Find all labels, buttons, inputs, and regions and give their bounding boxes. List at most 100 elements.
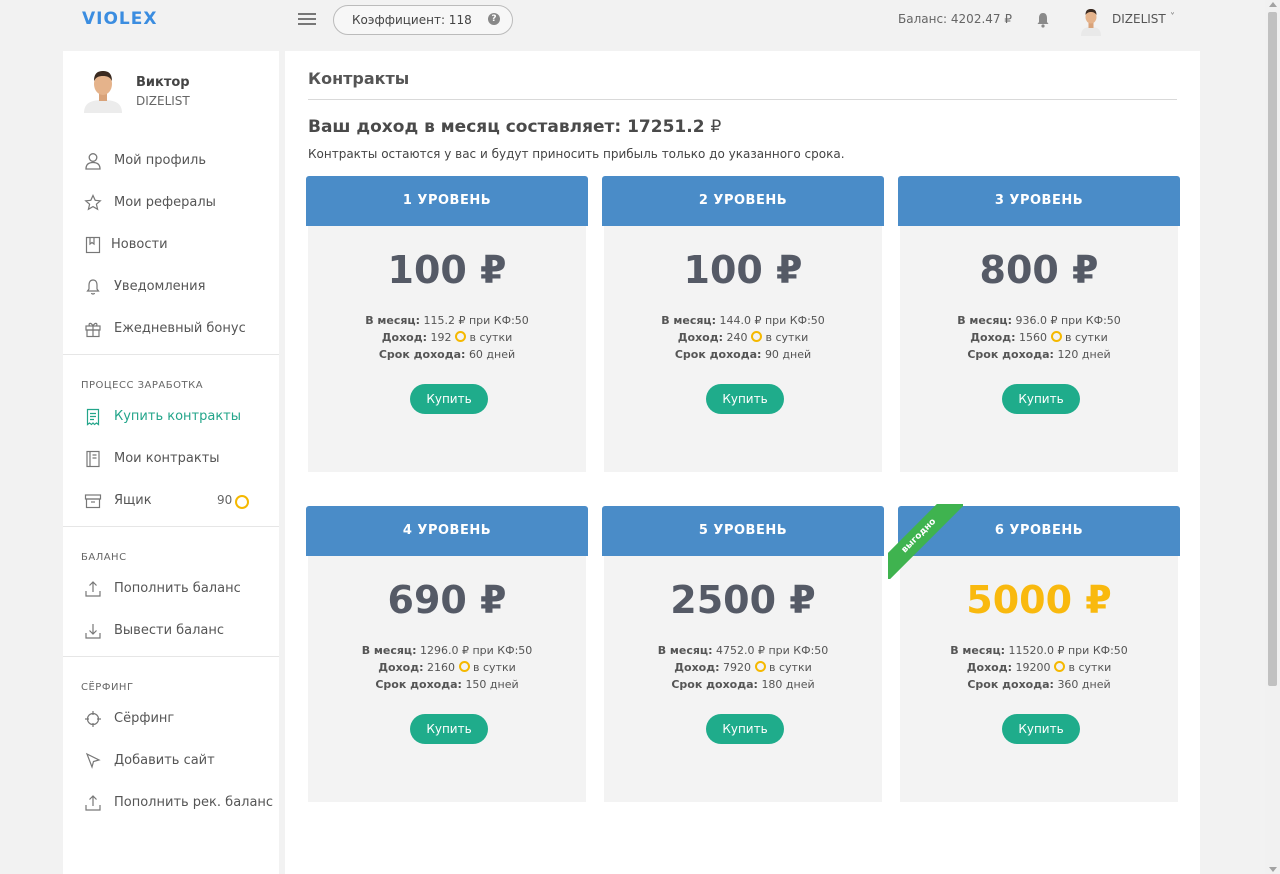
profile-name: Виктор — [136, 75, 190, 90]
sidebar-item-referrals[interactable]: Мои рефералы — [63, 181, 279, 223]
coin-icon — [1050, 331, 1062, 342]
sidebar-item-profile[interactable]: Мой профиль — [63, 139, 279, 181]
sidebar-item-surfing[interactable]: Сёрфинг — [63, 697, 279, 739]
star-icon — [84, 194, 102, 211]
sidebar-item-label: Купить контракты — [114, 409, 242, 424]
term-label: Срок дохода: — [378, 348, 466, 361]
term-row: Срок дохода: 60 дней — [308, 346, 586, 363]
page-title: Контракты — [308, 69, 410, 88]
income-value: 240 — [726, 331, 748, 344]
per-month-row: В месяц: 144.0 ₽ при КФ:50 — [604, 312, 882, 329]
income-label: Доход: — [381, 331, 428, 344]
sidebar-item-label: Пополнить рек. баланс — [114, 795, 274, 810]
surfing-menu: Сёрфинг Добавить сайт Пополнить рек. бал… — [63, 697, 279, 823]
page-scrollbar[interactable] — [1265, 0, 1280, 874]
profile-login: DIZELIST — [136, 94, 190, 108]
chevron-down-icon[interactable]: ˅ — [1170, 12, 1175, 23]
contract-card-level-4: 4 УРОВЕНЬ 690 ₽ В месяц: 1296.0 ₽ при КФ… — [306, 506, 588, 802]
income-label: Доход: — [378, 661, 424, 674]
contracts-note: Контракты остаются у вас и будут приноси… — [308, 147, 845, 161]
income-label: Доход: — [677, 331, 724, 344]
avatar — [84, 71, 122, 113]
term-value: 90 дней — [764, 348, 812, 361]
balance-menu: Пополнить баланс Вывести баланс — [63, 567, 279, 651]
download-icon — [85, 624, 101, 639]
buy-button[interactable]: Купить — [706, 714, 784, 744]
income-row: Доход: 2160 в сутки — [308, 659, 586, 676]
avatar — [1081, 9, 1101, 36]
scroll-down-icon[interactable] — [1269, 867, 1277, 872]
term-label: Срок дохода: — [967, 348, 1054, 361]
income-row: Доход: 7920 в сутки — [604, 659, 882, 676]
sidebar-item-label: Вывести баланс — [114, 623, 225, 638]
sidebar-item-label: Мои рефералы — [114, 195, 216, 210]
contract-card-level-6: 6 УРОВЕНЬ 5000 ₽ В месяц: 11520.0 ₽ при … — [888, 504, 1180, 802]
main-panel: Контракты Ваш доход в месяц составляет: … — [285, 51, 1200, 874]
bell-icon[interactable] — [1036, 12, 1050, 28]
sidebar-item-my-contracts[interactable]: Мои контракты — [63, 437, 279, 479]
scroll-up-icon[interactable] — [1269, 2, 1277, 7]
sidebar-item-withdraw[interactable]: Вывести баланс — [63, 609, 279, 651]
term-row: Срок дохода: 360 дней — [900, 676, 1178, 693]
sidebar-item-buy-contracts[interactable]: Купить контракты — [63, 395, 279, 437]
card-header: 2 УРОВЕНЬ — [602, 176, 884, 226]
card-body: 100 ₽ В месяц: 144.0 ₽ при КФ:50 Доход: … — [604, 226, 882, 472]
contract-card-level-1: 1 УРОВЕНЬ 100 ₽ В месяц: 115.2 ₽ при КФ:… — [306, 176, 588, 472]
monthly-income-label: Ваш доход в месяц составляет: 17251.2 — [308, 117, 705, 137]
term-row: Срок дохода: 150 дней — [308, 676, 586, 693]
coin-icon — [458, 661, 470, 672]
card-price: 690 ₽ — [387, 578, 507, 622]
earning-menu: Купить контракты Мои контракты Ящик 90 — [63, 395, 279, 521]
per-month-label: В месяц: — [361, 644, 417, 657]
balance-label: Баланс: 4202.47 ₽ — [898, 12, 1012, 26]
bookmark-icon — [85, 236, 101, 254]
coin-icon — [751, 331, 763, 342]
income-value: 7920 — [723, 661, 752, 674]
card-info: В месяц: 144.0 ₽ при КФ:50 Доход: 240 в … — [604, 312, 882, 363]
card-body: 690 ₽ В месяц: 1296.0 ₽ при КФ:50 Доход:… — [308, 556, 586, 802]
sidebar-item-ad-balance[interactable]: Пополнить рек. баланс — [63, 781, 279, 823]
term-row: Срок дохода: 180 дней — [604, 676, 882, 693]
sidebar-item-daily-bonus[interactable]: Ежедневный бонус — [63, 307, 279, 349]
buy-button[interactable]: Купить — [1002, 714, 1080, 744]
income-row: Доход: 19200 в сутки — [900, 659, 1178, 676]
sidebar-item-top-up[interactable]: Пополнить баланс — [63, 567, 279, 609]
contract-card-level-5: 5 УРОВЕНЬ 2500 ₽ В месяц: 4752.0 ₽ при К… — [602, 506, 884, 802]
buy-button[interactable]: Купить — [706, 384, 784, 414]
term-label: Срок дохода: — [375, 678, 462, 691]
per-day-label: в сутки — [1065, 331, 1108, 344]
sidebar-item-add-site[interactable]: Добавить сайт — [63, 739, 279, 781]
coefficient-label: Коэффициент: 118 — [352, 13, 472, 27]
section-title-earning: ПРОЦЕСС ЗАРАБОТКА — [81, 380, 204, 391]
buy-button[interactable]: Купить — [410, 714, 488, 744]
income-label: Доход: — [674, 661, 720, 674]
bell-icon — [86, 279, 100, 295]
income-row: Доход: 1560 в сутки — [900, 329, 1178, 346]
sidebar-item-box[interactable]: Ящик 90 — [63, 479, 279, 521]
top-bar: VIOLEX Коэффициент: 118 ? Баланс: 4202.4… — [0, 0, 1265, 40]
profile-card: Виктор DIZELIST — [63, 51, 279, 135]
term-label: Срок дохода: — [967, 678, 1054, 691]
buy-button[interactable]: Купить — [410, 384, 488, 414]
coin-icon — [235, 495, 249, 509]
main-menu: Мой профиль Мои рефералы Новости Уведомл… — [63, 135, 279, 349]
buy-button[interactable]: Купить — [1002, 384, 1080, 414]
sidebar-item-label: Ящик — [114, 493, 152, 508]
card-info: В месяц: 936.0 ₽ при КФ:50 Доход: 1560 в… — [900, 312, 1178, 363]
logo[interactable]: VIOLEX — [82, 9, 158, 29]
card-body: 100 ₽ В месяц: 115.2 ₽ при КФ:50 Доход: … — [308, 226, 586, 472]
per-month-label: В месяц: — [950, 644, 1006, 657]
sidebar-item-news[interactable]: Новости — [63, 223, 279, 265]
coin-icon — [754, 661, 766, 672]
card-price: 800 ₽ — [979, 248, 1099, 292]
per-day-label: в сутки — [765, 331, 809, 344]
box-count: 90 — [217, 493, 233, 507]
sidebar-item-notifications[interactable]: Уведомления — [63, 265, 279, 307]
hamburger-menu-icon[interactable] — [298, 13, 316, 25]
scrollbar-thumb[interactable] — [1268, 12, 1277, 686]
help-icon[interactable]: ? — [488, 13, 500, 25]
card-body: 800 ₽ В месяц: 936.0 ₽ при КФ:50 Доход: … — [900, 226, 1178, 472]
card-header: 4 УРОВЕНЬ — [306, 506, 588, 556]
box-icon — [84, 494, 102, 509]
income-row: Доход: 240 в сутки — [604, 329, 882, 346]
